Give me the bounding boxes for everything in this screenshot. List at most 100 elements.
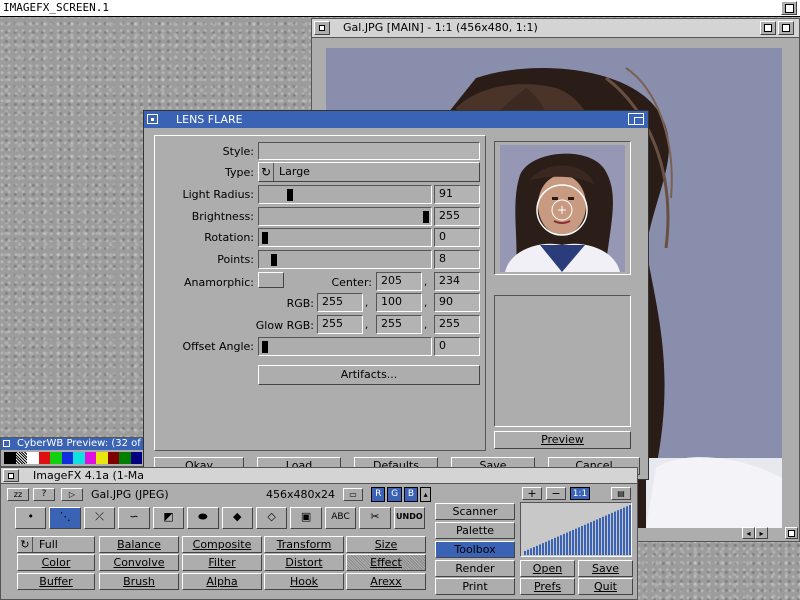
zoom-ratio-button[interactable]: 1:1 [570,487,590,500]
light-radius-slider[interactable] [258,185,432,204]
scroll-left-icon[interactable]: ◂ [742,527,755,539]
airbrush-tool-icon[interactable]: ◇ [255,507,288,529]
alpha-channel-button[interactable]: ▴ [420,487,432,502]
histogram-menu-icon[interactable]: ▤ [611,487,631,500]
offset-angle-slider[interactable] [258,337,432,356]
histogram-panel[interactable] [520,502,632,557]
screen-depth-gadget[interactable] [781,1,797,15]
artifacts-button[interactable]: Artifacts... [258,365,480,385]
resize-icon[interactable] [785,527,798,539]
swatch[interactable] [15,452,27,464]
brightness-field[interactable]: 255 [434,207,480,226]
swatch[interactable] [130,452,142,464]
rgb-g-field[interactable]: 100 [376,293,422,312]
swatch[interactable] [38,452,50,464]
rectangle-tool-icon[interactable]: ◩ [152,507,185,529]
slider-knob[interactable] [287,189,293,201]
filter-button[interactable]: Filter [182,554,262,571]
lens-flare-titlebar[interactable]: LENS FLARE [144,111,648,128]
center-y-field[interactable]: 234 [434,272,480,291]
ellipse-tool-icon[interactable]: ⬬ [187,507,219,529]
hook-button[interactable]: Hook [264,573,344,590]
glow-g-field[interactable]: 255 [376,315,422,334]
offset-angle-field[interactable]: 0 [434,337,480,356]
convolve-button[interactable]: Convolve [99,554,179,571]
brush-button[interactable]: Brush [99,573,179,590]
render-button[interactable]: Render [435,560,515,577]
effect-button[interactable]: Effect [346,554,426,571]
toolbox-button[interactable]: Toolbox [435,541,515,558]
swatch[interactable] [119,452,131,464]
point-tool-icon[interactable]: • [15,507,47,529]
swatch[interactable] [96,452,108,464]
close-icon[interactable] [3,469,19,482]
balance-button[interactable]: Balance [99,536,179,553]
type-cycle-button[interactable]: ↻ Large [258,162,480,182]
channel-b-button[interactable]: B [403,487,419,502]
open-button[interactable]: Open [520,560,575,577]
zoom-icon[interactable] [760,21,776,35]
light-radius-field[interactable]: 91 [434,185,480,204]
rotation-field[interactable]: 0 [434,228,480,247]
close-icon[interactable] [314,21,330,35]
main-save-button[interactable]: Save [578,560,633,577]
slider-knob[interactable] [423,211,429,223]
channel-g-button[interactable]: G [387,487,402,502]
sleep-icon[interactable]: zz [7,488,29,501]
curve-tool-icon[interactable]: ⤫ [83,507,116,529]
swatch[interactable] [27,452,39,464]
depth-icon[interactable] [628,113,644,125]
swatch[interactable] [4,452,16,464]
points-slider[interactable] [258,250,432,269]
close-icon[interactable] [3,440,10,447]
center-x-field[interactable]: 205 [376,272,422,291]
zoom-out-button[interactable]: − [546,487,566,500]
distort-button[interactable]: Distort [264,554,344,571]
channel-r-button[interactable]: R [371,487,386,502]
rotation-slider[interactable] [258,228,432,247]
quit-button[interactable]: Quit [578,578,633,595]
swatch[interactable] [50,452,62,464]
preview-thumbnail[interactable] [500,145,625,272]
depth-icon[interactable] [778,21,794,35]
slider-knob[interactable] [262,341,268,353]
buffer-icon[interactable]: ▭ [343,488,363,501]
composite-button[interactable]: Composite [182,536,262,553]
alpha-button[interactable]: Alpha [182,573,262,590]
swatch[interactable] [61,452,73,464]
swatch[interactable] [84,452,96,464]
zoom-in-button[interactable]: + [522,487,542,500]
fill-tool-icon[interactable]: ◆ [221,507,253,529]
clip-tool-icon[interactable]: ▣ [290,507,322,529]
prefs-button[interactable]: Prefs [520,578,575,595]
swatch[interactable] [107,452,119,464]
scissors-tool-icon[interactable]: ✂ [359,507,391,529]
preview-button[interactable]: Preview [494,431,631,449]
close-icon[interactable] [147,114,158,124]
freehand-tool-icon[interactable]: ⋱ [49,507,81,529]
style-field[interactable] [258,142,480,160]
full-cycle-button[interactable]: ↻ Full [17,536,95,553]
undo-button[interactable]: UNDO [393,507,426,529]
slider-knob[interactable] [262,232,268,244]
swatch[interactable] [73,452,85,464]
scroll-right-icon[interactable]: ▸ [755,527,768,539]
transform-button[interactable]: Transform [264,536,344,553]
anamorphic-checkbox[interactable] [258,272,284,288]
spline-tool-icon[interactable]: ∽ [118,507,150,529]
buffer-button[interactable]: Buffer [17,573,95,590]
rgb-b-field[interactable]: 90 [434,293,480,312]
scanner-button[interactable]: Scanner [435,503,515,520]
color-button[interactable]: Color [17,554,95,571]
cyberwb-titlebar[interactable]: CyberWB Preview: (32 of [1,438,144,450]
help-icon[interactable]: ? [33,488,55,501]
arexx-button[interactable]: Arexx [346,573,426,590]
slider-knob[interactable] [271,254,277,266]
imagefx-titlebar[interactable]: ImageFX 4.1a (1-Ma [1,468,637,484]
text-tool-icon[interactable]: ABC [324,507,357,529]
glow-r-field[interactable]: 255 [317,315,363,334]
image-window-titlebar[interactable]: Gal.JPG [MAIN] - 1:1 (456x480, 1:1) [312,19,799,38]
points-field[interactable]: 8 [434,250,480,269]
print-button[interactable]: Print [435,578,515,595]
size-button[interactable]: Size [346,536,426,553]
